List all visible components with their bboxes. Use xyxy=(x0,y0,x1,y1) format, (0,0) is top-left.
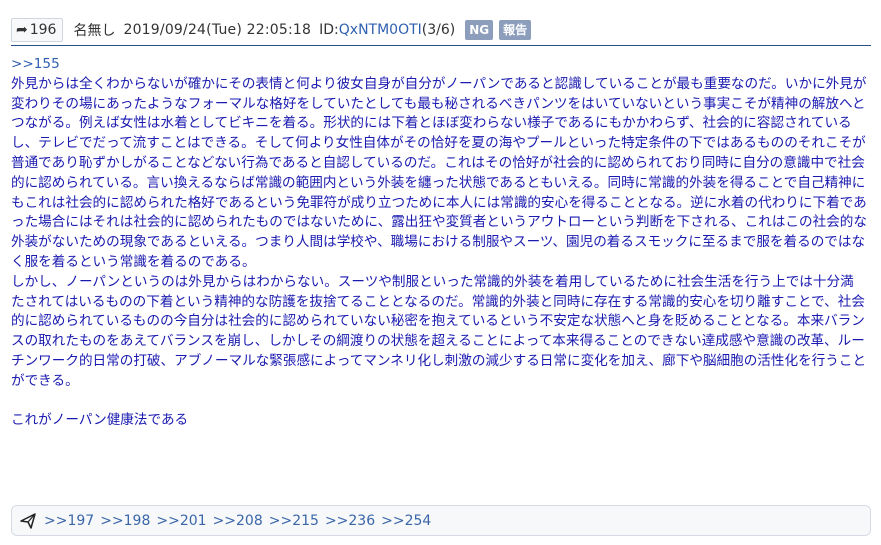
id-value-link[interactable]: QxNTM0OTI xyxy=(339,22,422,38)
id-count: (3/6) xyxy=(421,22,456,38)
post-number-button[interactable]: ➦ 196 xyxy=(11,18,64,42)
reply-link[interactable]: >>254 xyxy=(381,513,431,529)
post-number: 196 xyxy=(29,22,57,38)
reply-link[interactable]: >>215 xyxy=(269,513,319,529)
reply-link[interactable]: >>208 xyxy=(213,513,263,529)
post-body: >>155 外見からは全くわからないが確かにその表情と何より彼女自身が自分がノー… xyxy=(11,55,867,431)
id-label: ID: xyxy=(319,22,339,38)
replies-bar: >>197 >>198 >>201 >>208 >>215 >>236 >>25… xyxy=(11,505,871,536)
report-button[interactable]: 報告 xyxy=(499,20,532,40)
poster-name: 名無し xyxy=(73,23,116,39)
body-paragraph-2: しかし、ノーパンというのは外見からはわからない。スーツや制服といった常識的外装を… xyxy=(11,273,867,389)
reply-link[interactable]: >>201 xyxy=(156,513,206,529)
poster-id: ID:QxNTM0OTI(3/6) xyxy=(319,22,455,38)
conclusion-text: これがノーパン健康法である xyxy=(11,412,189,429)
reply-link[interactable]: >>198 xyxy=(100,513,150,529)
post-header: ➦ 196 名無し 2019/09/24(Tue) 22:05:18 ID:Qx… xyxy=(11,15,871,46)
ng-button[interactable]: NG xyxy=(465,20,494,40)
quote-anchor-link[interactable]: >>155 xyxy=(11,55,867,75)
body-paragraph-1: 外見からは全くわからないが確かにその表情と何より彼女自身が自分がノーパンであると… xyxy=(11,75,867,270)
share-arrow-icon: ➦ xyxy=(16,22,28,38)
post-date: 2019/09/24(Tue) 22:05:18 xyxy=(123,22,312,38)
reply-link[interactable]: >>197 xyxy=(44,513,94,529)
reply-link[interactable]: >>236 xyxy=(325,513,375,529)
paper-plane-icon xyxy=(20,512,36,529)
